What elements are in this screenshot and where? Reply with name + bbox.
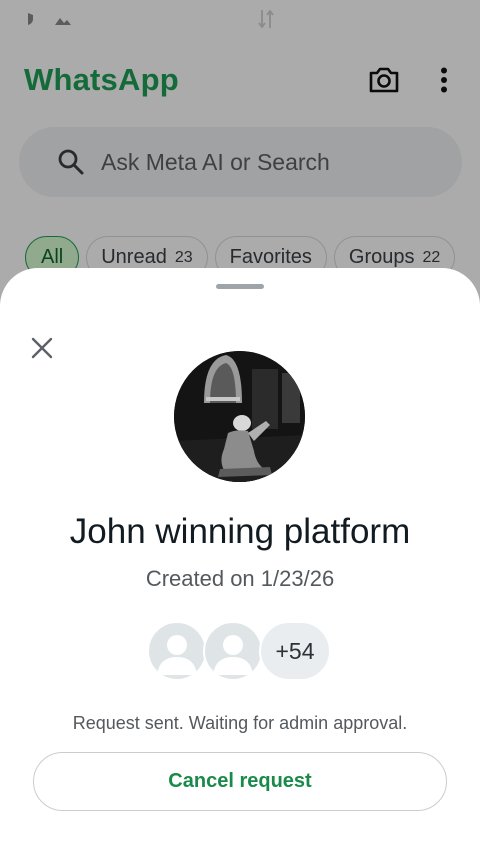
group-invite-sheet: John winning platform Created on 1/23/26… (0, 268, 480, 854)
group-created-date: Created on 1/23/26 (145, 566, 335, 591)
member-avatars: +54 (147, 621, 337, 681)
drag-handle[interactable] (216, 284, 264, 289)
member-avatar (203, 621, 263, 681)
group-name: John winning platform (69, 512, 411, 551)
group-avatar (174, 351, 305, 482)
more-members-count: +54 (259, 621, 331, 681)
close-icon[interactable] (26, 332, 58, 364)
request-status: Request sent. Waiting for admin approval… (72, 713, 408, 733)
member-avatar (147, 621, 207, 681)
cancel-request-button[interactable]: Cancel request (33, 752, 447, 811)
